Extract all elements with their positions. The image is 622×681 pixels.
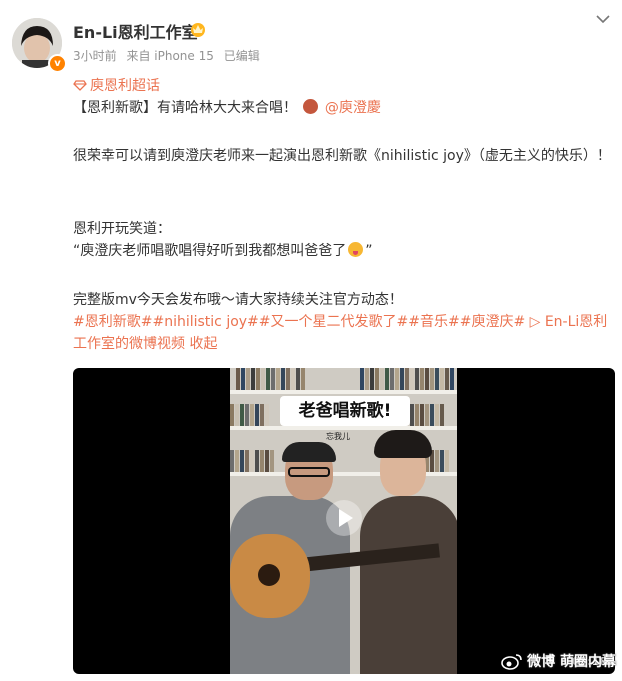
member-crown-icon	[191, 23, 205, 37]
username[interactable]: En-Li恩利工作室	[73, 19, 198, 43]
play-icon[interactable]	[326, 500, 362, 536]
post-paragraph-3: 恩利开玩笑道： “庾澄庆老师唱歌唱得好听到我都想叫爸爸了 ”	[73, 218, 373, 262]
post-line-1: 【恩利新歌】有请哈林大大来合唱！ @庾澄慶	[73, 97, 381, 119]
watermark-text: 微博 萌圈内幕	[527, 654, 616, 670]
post-source: 来自 iPhone 15	[126, 49, 214, 63]
topic-label: 庾恩利超话	[90, 78, 160, 94]
tongue-emoji-icon	[348, 242, 364, 257]
paragraph4-text: 完整版mv今天会发布哦～请大家持续关注官方动态！	[73, 292, 403, 308]
line1-text: 【恩利新歌】有请哈林大大来合唱！	[73, 100, 297, 116]
video-caption: 老爸唱新歌!	[280, 396, 410, 426]
video-caption-small: 忘我儿	[326, 432, 350, 441]
paragraph3-title: 恩利开玩笑道：	[73, 221, 171, 237]
person-right	[360, 496, 457, 674]
topic-link[interactable]: 庾恩利超话	[73, 75, 160, 95]
video-thumbnail: 老爸唱新歌! 忘我儿	[230, 368, 457, 674]
verified-badge: v	[48, 54, 67, 73]
video-player[interactable]: 老爸唱新歌! 忘我儿 01:18	[73, 368, 615, 674]
quote-text: “庾澄庆老师唱歌唱得好听到我都想叫爸爸了	[73, 243, 347, 259]
watermark: 微博 萌圈内幕	[501, 651, 616, 671]
monkey-emoji-icon	[303, 99, 319, 114]
edited-label: 已编辑	[223, 49, 260, 63]
post-time[interactable]: 3小时前	[73, 49, 117, 63]
paragraph3-quote: “庾澄庆老师唱歌唱得好听到我都想叫爸爸了 ”	[73, 240, 373, 262]
hashtags-and-video-link[interactable]: #恩利新歌##nihilistic joy##又一个星二代发歌了##音乐##庾澄…	[73, 311, 618, 355]
post-paragraph-4: 完整版mv今天会发布哦～请大家持续关注官方动态！ #恩利新歌##nihilist…	[73, 289, 618, 355]
weibo-post-card: v En-Li恩利工作室 3小时前 来自 iPhone 15 已编辑 庾恩利超话…	[0, 0, 622, 681]
post-paragraph-2: 很荣幸可以请到庾澄庆老师来一起演出恩利新歌《nihilistic joy》（虚无…	[73, 148, 611, 164]
topic-diamond-icon	[73, 80, 87, 91]
quote-end: ”	[365, 243, 373, 259]
weibo-logo-icon	[501, 654, 522, 670]
mention-link[interactable]: @庾澄慶	[325, 100, 381, 116]
chevron-down-icon[interactable]	[594, 12, 612, 26]
post-meta: 3小时前 来自 iPhone 15 已编辑	[73, 47, 266, 64]
